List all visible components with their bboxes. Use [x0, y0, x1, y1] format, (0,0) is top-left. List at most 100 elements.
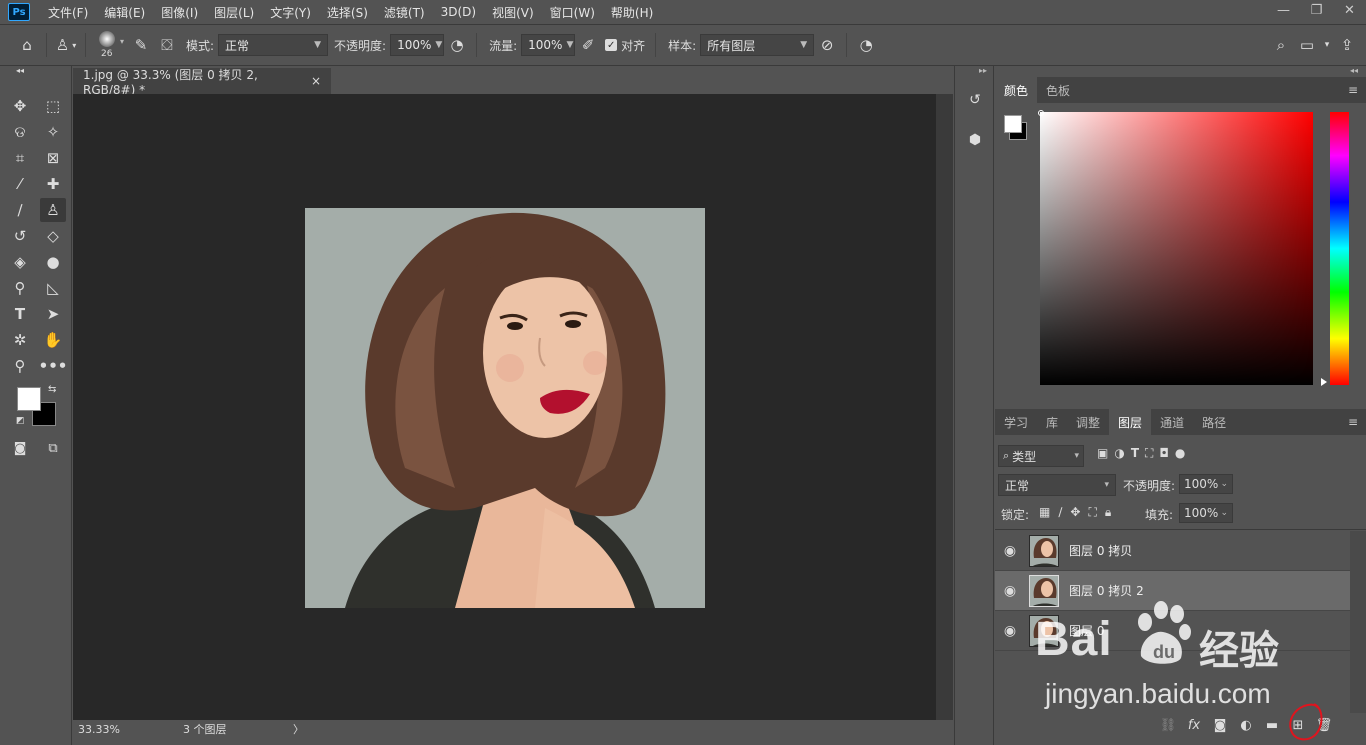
visibility-eye-icon[interactable]: ◉	[995, 583, 1025, 599]
eraser-tool-icon[interactable]: ◇	[40, 224, 66, 248]
hue-slider[interactable]	[1330, 112, 1349, 385]
layer-filter-dropdown[interactable]: ⌕ 类型 ▾	[998, 445, 1084, 467]
crop-tool-icon[interactable]: ⌗	[7, 146, 33, 170]
layer-row[interactable]: ◉ 图层 0	[995, 611, 1350, 651]
document-image[interactable]	[305, 208, 705, 608]
close-tab-icon[interactable]: ×	[311, 74, 321, 88]
tab-learn[interactable]: 学习	[995, 409, 1037, 435]
swap-colors-icon[interactable]: ⇆	[48, 384, 56, 395]
fx-icon[interactable]: fx	[1181, 714, 1207, 736]
menu-window[interactable]: 窗口(W)	[542, 4, 603, 21]
layer-opacity-input[interactable]: 100% ⌄	[1179, 474, 1233, 494]
menu-select[interactable]: 选择(S)	[319, 4, 376, 21]
clone-source-icon[interactable]: ⛋	[154, 32, 180, 58]
layer-row-selected[interactable]: ◉ 图层 0 拷贝 2	[995, 571, 1350, 611]
color-fg-swatch[interactable]	[1004, 115, 1022, 133]
flow-input[interactable]: 100% ▼	[521, 34, 576, 56]
filter-toggle-icon[interactable]: ●	[1175, 446, 1185, 461]
menu-type[interactable]: 文字(Y)	[262, 4, 319, 21]
collapse-arrows-icon[interactable]: ◂◂	[7, 65, 33, 75]
share-icon[interactable]: ⇪	[1334, 32, 1360, 58]
menu-edit[interactable]: 编辑(E)	[96, 4, 153, 21]
layers-scrollbar[interactable]	[1350, 531, 1366, 713]
document-tab[interactable]: 1.jpg @ 33.3% (图层 0 拷贝 2, RGB/8#) * ×	[73, 68, 331, 97]
visibility-eye-icon[interactable]: ◉	[995, 623, 1025, 639]
frame-tool-icon[interactable]: ⊠	[40, 146, 66, 170]
lasso-tool-icon[interactable]: ଡ	[7, 120, 33, 144]
magic-wand-tool-icon[interactable]: ✧	[40, 120, 66, 144]
layer-row[interactable]: ◉ 图层 0 拷贝	[995, 531, 1350, 571]
tab-color[interactable]: 颜色	[995, 77, 1038, 103]
color-picker-field[interactable]	[1040, 112, 1313, 385]
menu-file[interactable]: 文件(F)	[40, 4, 96, 21]
tab-libraries[interactable]: 库	[1037, 409, 1067, 435]
clone-stamp-tool-icon[interactable]: ♙	[40, 198, 66, 222]
lock-artboard-icon[interactable]: ⛶	[1088, 505, 1096, 520]
shape-tool-icon[interactable]: ✲	[7, 328, 33, 352]
link-icon[interactable]: ⛓	[1155, 714, 1181, 736]
paint-bucket-tool-icon[interactable]: ◈	[7, 250, 33, 274]
status-arrow-icon[interactable]: 〉	[293, 721, 304, 737]
clone-stamp-preset-icon[interactable]: ♙ ▾	[53, 32, 79, 58]
close-button[interactable]: ✕	[1333, 0, 1366, 20]
lock-all-icon[interactable]: 🔒︎	[1105, 505, 1111, 520]
type-tool-icon[interactable]: T	[7, 302, 33, 326]
shape-filter-icon[interactable]: ⛶	[1145, 446, 1153, 461]
mode-dropdown[interactable]: 正常 ▼	[218, 34, 329, 56]
panel-menu-icon[interactable]: ≡	[1348, 415, 1358, 429]
healing-brush-tool-icon[interactable]: ✚	[40, 172, 66, 196]
minimize-button[interactable]: —	[1267, 0, 1300, 20]
group-folder-icon[interactable]: ▬	[1259, 714, 1285, 736]
dodge-tool-icon[interactable]: ⚲	[7, 276, 33, 300]
workspace-icon[interactable]: ▭	[1294, 32, 1320, 58]
pressure-opacity-icon[interactable]: ◔	[444, 32, 470, 58]
blur-tool-icon[interactable]: ●	[40, 250, 66, 274]
foreground-color-swatch[interactable]	[17, 387, 41, 411]
opacity-input[interactable]: 100% ▼	[390, 34, 445, 56]
menu-help[interactable]: 帮助(H)	[603, 4, 661, 21]
lock-position-icon[interactable]: ✥	[1070, 505, 1080, 520]
more-tools-icon[interactable]: •••	[39, 354, 68, 378]
menu-layer[interactable]: 图层(L)	[206, 4, 262, 21]
screen-mode-icon[interactable]: ⧉	[40, 436, 66, 460]
mask-icon[interactable]: ◙	[1207, 714, 1233, 736]
brush-preset-picker[interactable]: 26 ▾	[92, 27, 128, 63]
hue-slider-handle[interactable]	[1321, 378, 1327, 386]
color-picker-cursor[interactable]	[1038, 110, 1044, 116]
history-brush-tool-icon[interactable]: ↺	[7, 224, 33, 248]
tab-adjustments[interactable]: 调整	[1067, 409, 1109, 435]
type-filter-icon[interactable]: T	[1131, 446, 1139, 461]
tab-channels[interactable]: 通道	[1151, 409, 1193, 435]
3d-panel-icon[interactable]: ⬢	[963, 128, 987, 152]
pixel-filter-icon[interactable]: ▣	[1097, 446, 1108, 461]
zoom-level[interactable]: 33.33%	[78, 723, 138, 736]
fill-input[interactable]: 100% ⌄	[1179, 503, 1233, 523]
chevron-down-icon[interactable]: ▾	[1320, 32, 1334, 58]
brush-settings-icon[interactable]: ✎	[128, 32, 154, 58]
menu-view[interactable]: 视图(V)	[484, 4, 542, 21]
menu-3d[interactable]: 3D(D)	[433, 5, 484, 19]
adjustment-icon[interactable]: ◐	[1233, 714, 1259, 736]
lock-transparency-icon[interactable]: ▦	[1039, 505, 1050, 520]
brush-tool-icon[interactable]: ∕	[7, 198, 33, 222]
canvas-area[interactable]	[73, 94, 936, 720]
move-tool-icon[interactable]: ✥	[7, 94, 33, 118]
default-colors-icon[interactable]: ◩	[16, 416, 25, 426]
path-selection-tool-icon[interactable]: ➤	[40, 302, 66, 326]
tab-layers[interactable]: 图层	[1109, 409, 1152, 435]
quick-mask-icon[interactable]: ◙	[7, 436, 33, 460]
restore-button[interactable]: ❐	[1300, 0, 1333, 20]
collapse-arrows-icon[interactable]: ◂◂	[1350, 66, 1358, 75]
eyedropper-tool-icon[interactable]: ⁄	[7, 172, 33, 196]
blend-mode-dropdown[interactable]: 正常 ▾	[998, 474, 1116, 496]
pen-tool-icon[interactable]: ◺	[40, 276, 66, 300]
smart-object-filter-icon[interactable]: ◘	[1159, 446, 1169, 461]
sample-dropdown[interactable]: 所有图层 ▼	[700, 34, 815, 56]
panel-menu-icon[interactable]: ≡	[1348, 83, 1358, 97]
search-icon[interactable]: ⌕	[1268, 32, 1294, 58]
menu-filter[interactable]: 滤镜(T)	[376, 4, 433, 21]
lock-pixels-icon[interactable]: ∕	[1058, 505, 1062, 520]
adjustment-filter-icon[interactable]: ◑	[1114, 446, 1124, 461]
zoom-tool-icon[interactable]: ⚲	[7, 354, 33, 378]
tab-swatches[interactable]: 色板	[1037, 77, 1079, 103]
